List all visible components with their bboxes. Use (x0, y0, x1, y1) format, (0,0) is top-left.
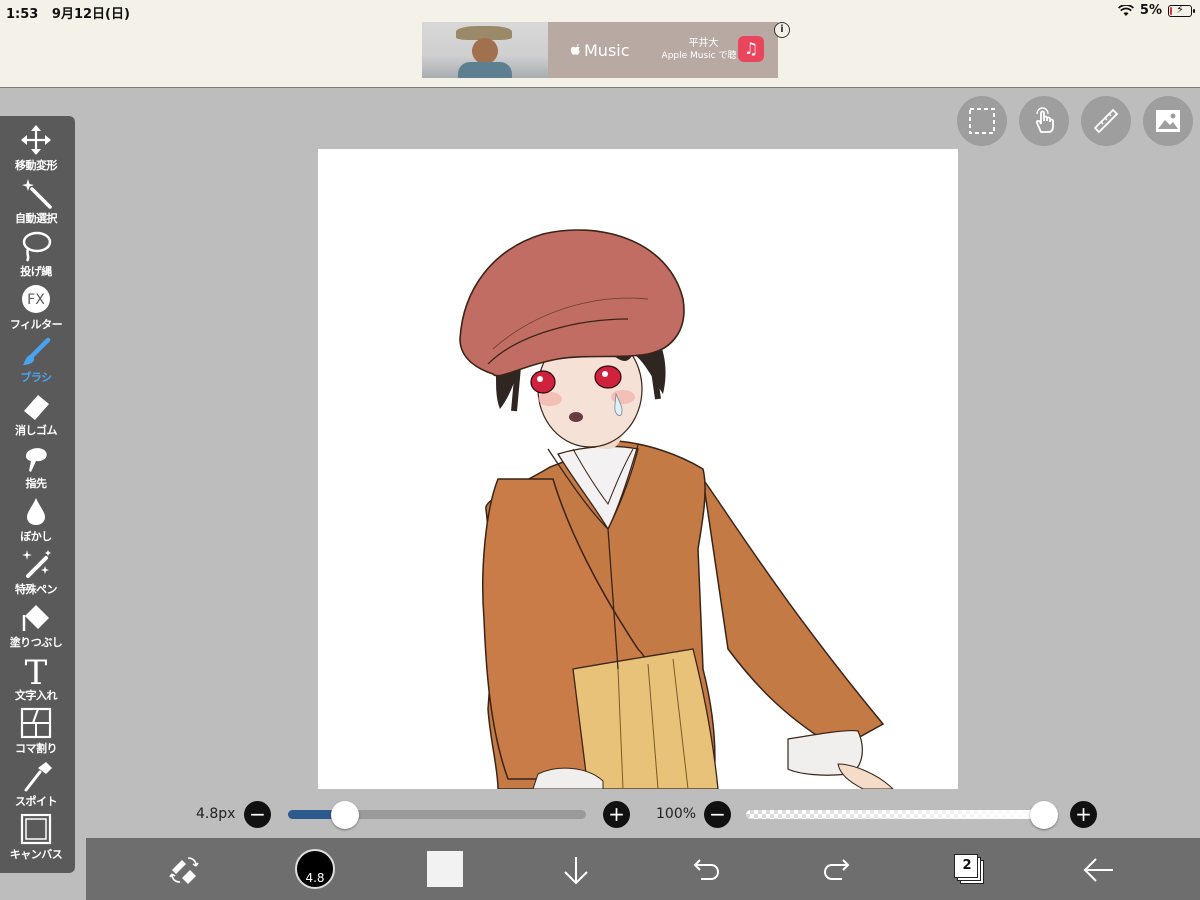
battery-icon: ⚡ (1168, 2, 1195, 17)
ruler-button[interactable] (1081, 96, 1131, 146)
slider-row: 4.8px − + 100% − + (0, 798, 1200, 832)
tool-label: フィルター (9, 318, 63, 331)
brush-eraser-swap-icon[interactable] (168, 854, 200, 884)
top-area: 1:53 9月12日(日) 5% ⚡ Music 平井大 Apple Music… (0, 0, 1200, 88)
touch-gesture-icon (1035, 107, 1054, 133)
tool-label: 自動選択 (15, 212, 58, 225)
tool-label: 特殊ペン (15, 583, 58, 596)
battery-percent: 5% (1139, 3, 1162, 18)
wifi-icon (1117, 4, 1134, 16)
status-clock: 1:53 (6, 7, 39, 22)
opacity-slider[interactable] (746, 801, 1058, 829)
ad-brand: Music (570, 41, 630, 60)
eraser-icon (24, 395, 49, 420)
undo-icon[interactable] (691, 857, 721, 883)
blur-drop-icon (27, 498, 45, 525)
tool-label: 移動変形 (15, 159, 58, 172)
minus-icon: − (709, 802, 726, 826)
opacity-minus-button[interactable]: − (704, 801, 731, 828)
opacity-plus-button[interactable]: + (1070, 801, 1097, 828)
layer-count: 2 (962, 858, 972, 873)
ad-photo (422, 22, 548, 78)
fx-icon-text: FX (27, 292, 45, 308)
music-note-icon: ♫ (738, 36, 764, 62)
brush-size-slider-thumb[interactable] (331, 801, 360, 829)
arrow-down-icon[interactable] (562, 855, 590, 885)
tool-special-pen[interactable]: 特殊ペン (0, 546, 72, 599)
ruler-icon (1093, 108, 1119, 134)
brush-color-button[interactable]: 4.8 (295, 849, 335, 889)
brush-icon (23, 337, 51, 365)
layers-button[interactable]: 2 (954, 854, 984, 884)
charging-bolt-icon: ⚡ (1176, 2, 1184, 16)
brush-size-plus-button[interactable]: + (603, 801, 630, 828)
selection-icon (969, 108, 995, 134)
drawing-canvas[interactable] (318, 149, 958, 789)
tool-finger[interactable]: 指先 (0, 440, 72, 493)
move-arrows-icon (21, 125, 51, 155)
status-time: 1:53 9月12日(日) (6, 3, 130, 22)
ad-text: 平井大 Apple Music で聴く (662, 37, 746, 63)
tool-label: 塗りつぶし (9, 636, 63, 649)
eyedropper-icon (24, 762, 52, 792)
status-right: 5% ⚡ (1117, 2, 1195, 18)
tool-blur[interactable]: ぼかし (0, 493, 72, 546)
tool-fill[interactable]: 塗りつぶし (0, 599, 72, 652)
text-icon: T (25, 654, 48, 686)
brush-size-minus-button[interactable]: − (244, 801, 271, 828)
layer-card-front: 2 (954, 854, 978, 878)
tool-label: ぼかし (20, 530, 52, 543)
tool-label: 指先 (25, 477, 48, 490)
tool-label: ブラシ (20, 371, 52, 384)
brush-size-indicator: 4.8 (305, 871, 325, 885)
canvas-illustration (459, 229, 894, 789)
tool-move-transform[interactable]: 移動変形 (0, 122, 72, 175)
tool-palette: 移動変形 自動選択 投げ縄 FX フィルター ブラシ 消しゴム 指先 ぼかし 特… (0, 116, 75, 873)
fill-bucket-icon (22, 605, 49, 631)
tool-label: キャンバス (9, 848, 63, 861)
ad-cta: Apple Music で聴く (661, 51, 746, 61)
tool-text[interactable]: T 文字入れ (0, 652, 72, 705)
secondary-color-swatch[interactable] (427, 851, 463, 887)
redo-icon[interactable] (822, 857, 852, 883)
magic-wand-icon (22, 179, 52, 209)
banner-ad[interactable]: Music 平井大 Apple Music で聴く ♫ i (422, 22, 790, 78)
frame-divider-icon (20, 707, 52, 739)
special-pen-icon (22, 550, 51, 578)
brush-size-value: 4.8px (196, 806, 236, 822)
finger-smudge-icon (26, 448, 47, 472)
plus-icon: + (608, 802, 625, 826)
tool-label: 文字入れ (15, 689, 58, 702)
lasso-icon (22, 231, 52, 262)
tool-auto-select[interactable]: 自動選択 (0, 175, 72, 228)
opacity-slider-thumb[interactable] (1030, 801, 1058, 829)
image-material-icon (1156, 110, 1180, 132)
tool-frame-divider[interactable]: コマ割り (0, 705, 72, 758)
tool-filter[interactable]: FX フィルター (0, 281, 72, 334)
tool-eraser[interactable]: 消しゴム (0, 387, 72, 440)
minus-icon: − (249, 802, 266, 826)
ad-info-icon[interactable]: i (774, 22, 790, 38)
material-button[interactable] (1143, 96, 1193, 146)
tool-lasso[interactable]: 投げ縄 (0, 228, 72, 281)
status-date: 9月12日(日) (51, 7, 130, 22)
fx-icon: FX (22, 285, 50, 313)
apple-logo-icon (570, 44, 580, 55)
ad-artist: 平井大 (688, 38, 719, 49)
tool-label: コマ割り (15, 742, 58, 755)
tool-brush[interactable]: ブラシ (0, 334, 72, 387)
back-arrow-icon[interactable] (1083, 857, 1115, 883)
brush-size-slider[interactable] (288, 801, 586, 829)
opacity-value: 100% (656, 806, 697, 822)
tool-label: 消しゴム (15, 424, 58, 437)
text-icon-glyph: T (25, 654, 48, 686)
plus-icon: + (1075, 802, 1092, 826)
tool-label: 投げ縄 (20, 265, 52, 278)
ad-brand-label: Music (584, 40, 630, 60)
selection-button[interactable] (957, 96, 1007, 146)
touch-gesture-button[interactable] (1019, 96, 1069, 146)
bottom-bar: 4.8 2 (86, 838, 1200, 900)
